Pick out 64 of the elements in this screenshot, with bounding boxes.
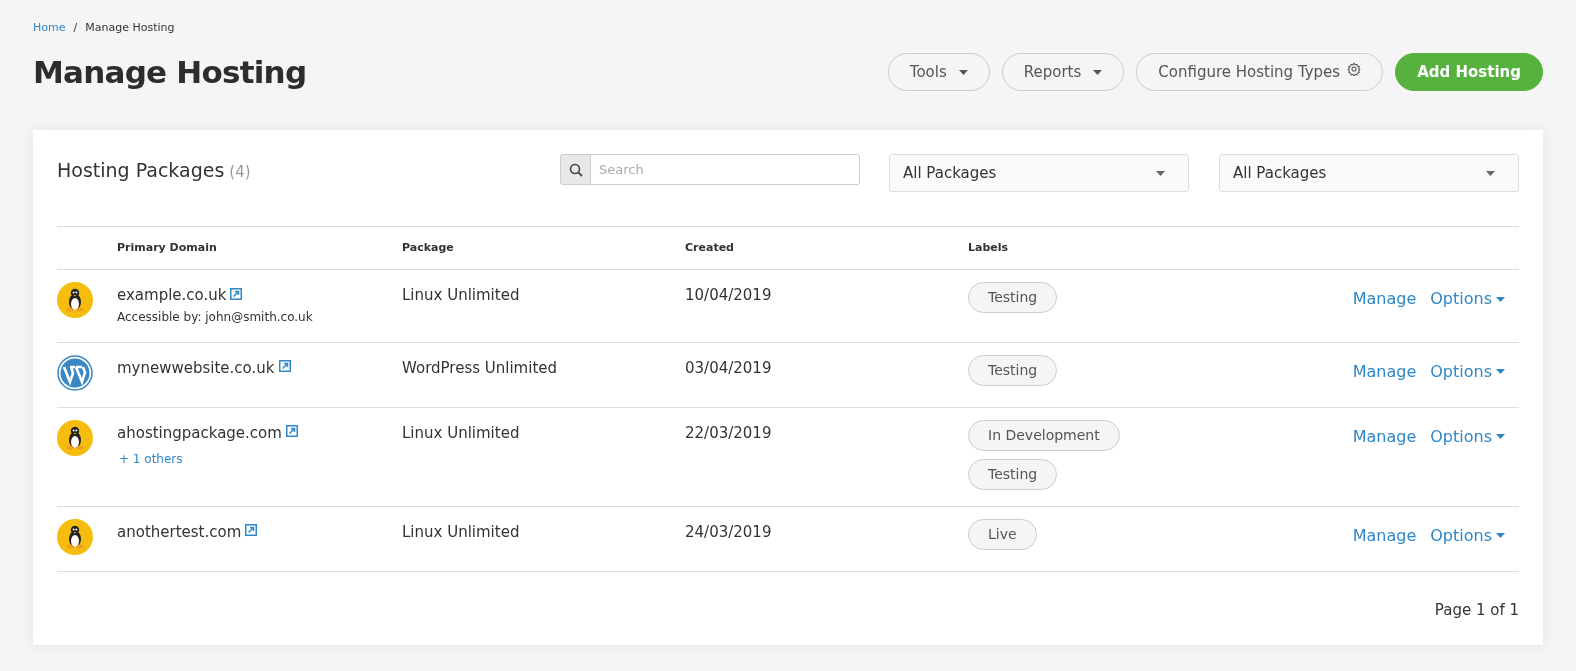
label-tag: Testing	[968, 282, 1058, 313]
created-date: 03/04/2019	[685, 358, 772, 377]
manage-link[interactable]: Manage	[1352, 359, 1417, 384]
domain-link[interactable]: mynewwebsite.co.uk	[117, 358, 275, 377]
external-link-icon[interactable]	[245, 524, 258, 536]
options-dropdown[interactable]: Options	[1430, 359, 1505, 384]
search-icon	[568, 162, 583, 177]
filter-dropdown[interactable]: All Packages	[889, 154, 1189, 192]
search-button[interactable]	[560, 154, 591, 185]
settings-button[interactable]: Configure Hosting Types	[1136, 53, 1384, 91]
dropdown-button[interactable]: Reports	[1001, 53, 1125, 91]
caret-icon	[1496, 434, 1505, 439]
external-link-icon[interactable]	[230, 287, 243, 300]
manage-link[interactable]: Manage	[1352, 287, 1417, 311]
filter-dropdown[interactable]: All Packages	[1219, 154, 1519, 192]
manage-link[interactable]: Manage	[1352, 523, 1417, 548]
wordpress-logo-icon	[57, 354, 93, 391]
caret-icon	[1496, 533, 1505, 538]
label-tag: Testing	[968, 354, 1058, 386]
caret-icon	[1496, 369, 1505, 374]
penguin-icon	[57, 419, 93, 456]
label-tag: Live	[968, 518, 1037, 550]
others-link[interactable]: + 1 others	[119, 450, 183, 468]
options-dropdown[interactable]: Options	[1430, 287, 1505, 311]
package-name: Linux Unlimited	[402, 423, 520, 442]
dropdown-button[interactable]: Tools	[887, 53, 990, 91]
caret-icon	[1496, 296, 1505, 302]
package-name: Linux Unlimited	[402, 522, 520, 541]
external-link-icon[interactable]	[278, 360, 291, 372]
package-count: (4)	[229, 162, 251, 183]
created-date: 10/04/2019	[685, 286, 772, 304]
caret-icon	[1156, 170, 1165, 176]
breadcrumb-separator: /	[73, 19, 78, 36]
options-dropdown[interactable]: Options	[1430, 523, 1505, 548]
breadcrumb-link[interactable]: Home	[33, 19, 66, 37]
column-header: Created	[685, 239, 735, 256]
domain-link[interactable]: anothertest.com	[117, 522, 242, 541]
external-link-icon[interactable]	[285, 425, 298, 437]
penguin-icon	[57, 518, 93, 555]
label-tag: In Development	[968, 419, 1120, 451]
pagination-text: Page 1 of 1	[1434, 599, 1519, 621]
add-button[interactable]: Add Hosting	[1395, 53, 1543, 91]
column-header: Labels	[968, 239, 1010, 256]
options-dropdown[interactable]: Options	[1430, 424, 1505, 449]
panel-title: Hosting Packages	[57, 158, 225, 183]
manage-link[interactable]: Manage	[1352, 424, 1417, 449]
penguin-icon	[57, 282, 93, 318]
caret-icon	[958, 69, 968, 75]
column-header: Primary Domain	[117, 239, 218, 256]
column-header: Package	[402, 239, 455, 256]
created-date: 22/03/2019	[685, 423, 772, 442]
gear-icon	[1347, 62, 1362, 76]
search-field[interactable]: Search	[591, 154, 860, 185]
caret-icon	[1486, 170, 1495, 176]
created-date: 24/03/2019	[685, 522, 772, 541]
domain-link[interactable]: example.co.uk	[117, 286, 227, 304]
access-note: Accessible by: john@smith.co.uk	[117, 308, 313, 326]
package-name: WordPress Unlimited	[402, 358, 558, 377]
domain-link[interactable]: ahostingpackage.com	[117, 423, 282, 442]
package-name: Linux Unlimited	[402, 286, 520, 304]
breadcrumb-current: Manage Hosting	[85, 19, 175, 36]
caret-icon	[1093, 69, 1103, 75]
page-title: Manage Hosting	[33, 52, 307, 92]
label-tag: Testing	[968, 458, 1058, 490]
